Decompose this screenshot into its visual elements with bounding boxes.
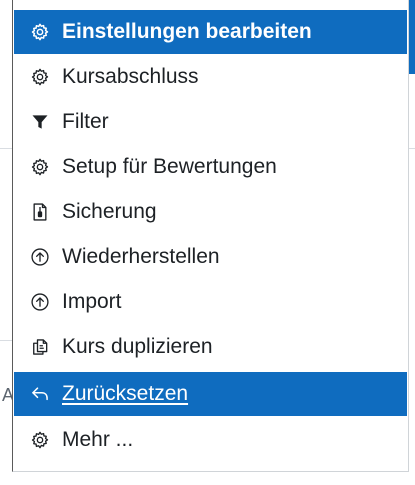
menu-item-label: Kurs duplizieren — [62, 335, 213, 358]
menu-item-wiederherstellen[interactable]: Wiederherstellen — [14, 235, 407, 279]
menu-item-kurs-duplizieren[interactable]: Kurs duplizieren — [14, 325, 407, 369]
upload-circle-icon — [30, 291, 50, 313]
menu-item-label: Filter — [62, 110, 109, 133]
menu-item-kursabschluss[interactable]: Kursabschluss — [14, 55, 407, 99]
menu-item-sicherung[interactable]: Sicherung — [14, 190, 407, 234]
background-divider — [0, 148, 12, 149]
reply-arrow-icon — [30, 383, 50, 405]
copy-icon — [30, 336, 50, 358]
menu-item-einstellungen-bearbeiten[interactable]: Einstellungen bearbeiten — [14, 10, 407, 54]
menu-item-label: Sicherung — [62, 200, 157, 223]
gear-icon — [30, 66, 50, 88]
course-actions-dropdown-menu: Einstellungen bearbeiten Kursabschluss F… — [12, 0, 409, 472]
gear-icon — [30, 429, 50, 451]
menu-item-filter[interactable]: Filter — [14, 100, 407, 144]
menu-item-label: Import — [62, 290, 122, 313]
menu-item-zuruecksetzen[interactable]: Zurücksetzen — [14, 372, 407, 416]
menu-item-label: Setup für Bewertungen — [62, 155, 277, 178]
background-header-edge — [409, 0, 415, 74]
backup-file-icon — [30, 201, 50, 223]
menu-item-label: Zurücksetzen — [62, 382, 189, 405]
filter-icon — [30, 111, 50, 133]
gear-icon — [30, 156, 50, 178]
menu-item-mehr[interactable]: Mehr ... — [14, 418, 407, 462]
background-divider — [409, 148, 415, 149]
gear-icon — [30, 21, 50, 43]
menu-item-import[interactable]: Import — [14, 280, 407, 324]
menu-item-label: Wiederherstellen — [62, 245, 220, 268]
menu-item-setup-fuer-bewertungen[interactable]: Setup für Bewertungen — [14, 145, 407, 189]
menu-item-label: Kursabschluss — [62, 65, 199, 88]
background-divider — [0, 340, 12, 341]
menu-item-label: Einstellungen bearbeiten — [62, 20, 312, 43]
upload-circle-icon — [30, 246, 50, 268]
menu-item-label: Mehr ... — [62, 428, 134, 451]
